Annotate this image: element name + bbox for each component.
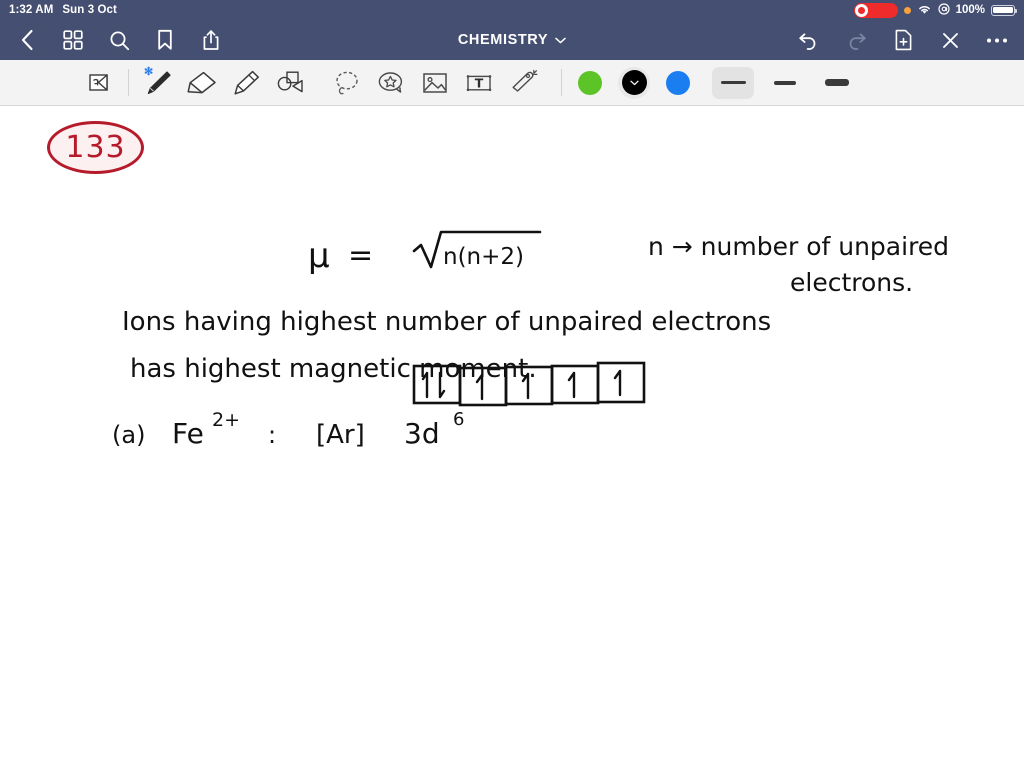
drawing-toolbar: ✻ T xyxy=(0,60,1024,106)
answer-config-exponent: 6 xyxy=(453,409,464,430)
radical-sign-icon xyxy=(412,230,542,269)
lasso-tool[interactable] xyxy=(325,63,369,103)
black-swatch-dot xyxy=(621,70,647,95)
nav-left-group xyxy=(14,27,224,53)
chevron-down-icon xyxy=(555,31,566,49)
more-options-button[interactable] xyxy=(984,27,1010,53)
pen-tool[interactable]: ✻ xyxy=(135,63,179,103)
orbital-box-1 xyxy=(412,364,462,405)
close-button[interactable] xyxy=(937,27,963,53)
body-line-1: Ions having highest number of unpaired e… xyxy=(122,307,771,337)
stroke-width-medium-line xyxy=(774,80,796,85)
share-button[interactable] xyxy=(198,27,224,53)
library-grid-button[interactable] xyxy=(60,27,86,53)
orbital-arrow-up-3 xyxy=(521,372,530,400)
app-screen: 1:32 AM Sun 3 Oct 100% CHEMISTRY ✻ T 133… xyxy=(0,0,1024,768)
status-bar-left: 1:32 AM Sun 3 Oct xyxy=(9,4,117,16)
stroke-width-medium[interactable] xyxy=(764,67,806,99)
problem-number: 133 xyxy=(65,129,126,165)
bookmark-button[interactable] xyxy=(152,27,178,53)
bluetooth-pencil-icon: ✻ xyxy=(144,65,154,78)
back-button[interactable] xyxy=(14,27,40,53)
orbital-box-2 xyxy=(458,366,508,407)
orbital-box-3 xyxy=(504,365,554,406)
color-swatch-black[interactable] xyxy=(612,63,656,103)
color-swatch-group xyxy=(568,63,700,103)
highlighter-tool[interactable] xyxy=(223,63,267,103)
note-canvas[interactable]: 133 μ = n(n+2) n → number of unpaired el… xyxy=(0,107,1024,768)
image-tool[interactable] xyxy=(413,63,457,103)
stroke-width-thin[interactable] xyxy=(712,66,754,99)
toolbar-divider-2 xyxy=(561,69,562,96)
eraser-tool[interactable] xyxy=(179,63,223,103)
answer-config-core: [Ar] xyxy=(316,420,365,450)
color-swatch-green[interactable] xyxy=(568,63,612,103)
orange-privacy-dot-icon xyxy=(903,6,911,14)
orbital-arrow-up-4 xyxy=(567,371,576,399)
answer-charge: 2+ xyxy=(212,409,240,431)
stroke-width-thick-line xyxy=(825,79,849,86)
formula-mu: μ xyxy=(308,236,330,276)
magic-wand-tool[interactable] xyxy=(501,63,545,103)
blue-swatch-dot xyxy=(666,70,690,95)
stroke-width-thick[interactable] xyxy=(816,67,858,99)
search-button[interactable] xyxy=(106,27,132,53)
color-swatch-blue[interactable] xyxy=(656,63,700,103)
legend-line-2: electrons. xyxy=(790,268,913,297)
orbital-arrow-down-1 xyxy=(438,371,446,399)
answer-species: Fe xyxy=(172,417,204,450)
orbital-box-4 xyxy=(550,364,600,405)
battery-fill xyxy=(993,6,1013,14)
orbital-arrow-up-5 xyxy=(613,369,622,397)
status-time: 1:32 AM xyxy=(9,4,54,16)
shapes-tool[interactable] xyxy=(267,63,311,103)
svg-text:T: T xyxy=(475,75,484,90)
problem-number-badge: 133 xyxy=(47,121,144,174)
answer-label: (a) xyxy=(112,421,145,449)
location-services-icon xyxy=(937,2,950,18)
answer-config-sub: 3d xyxy=(404,417,440,450)
stroke-width-group xyxy=(712,66,858,99)
nav-right-group xyxy=(796,27,1010,53)
record-dot-outer xyxy=(854,3,868,17)
record-dot-inner xyxy=(857,6,865,14)
toolbar-insert-group: T xyxy=(325,63,545,103)
battery-percent-label: 100% xyxy=(955,4,985,16)
note-title: CHEMISTRY xyxy=(457,32,549,48)
orbital-arrow-up-1 xyxy=(421,371,429,399)
formula-equals: = xyxy=(348,238,373,273)
sticker-tool[interactable] xyxy=(369,63,413,103)
navigation-bar: CHEMISTRY xyxy=(0,20,1024,60)
handwriting-ink-layer: μ = n(n+2) n → number of unpaired electr… xyxy=(112,230,949,450)
body-line-2: has highest magnetic moment. xyxy=(130,354,537,384)
toolbar-divider-1 xyxy=(128,69,129,96)
orbital-box-5 xyxy=(596,361,646,404)
note-title-button[interactable]: CHEMISTRY xyxy=(458,31,566,49)
battery-icon xyxy=(991,4,1018,16)
orbital-arrow-up-2 xyxy=(475,373,484,401)
legend-line-1: n → number of unpaired xyxy=(648,232,949,261)
orbital-diagram xyxy=(412,361,646,407)
status-bar-right: 100% xyxy=(853,2,1018,18)
status-bar: 1:32 AM Sun 3 Oct 100% xyxy=(0,0,1024,20)
formula-radicand: n(n+2) xyxy=(443,244,524,270)
wifi-icon xyxy=(917,3,932,18)
record-indicator-icon[interactable] xyxy=(853,2,898,18)
undo-button[interactable] xyxy=(796,27,822,53)
text-tool[interactable]: T xyxy=(457,63,501,103)
page-flip-tool[interactable] xyxy=(78,63,122,103)
green-swatch-dot xyxy=(578,70,602,95)
status-date: Sun 3 Oct xyxy=(62,4,117,16)
toolbar-page-group xyxy=(78,63,122,103)
answer-colon: : xyxy=(268,421,276,449)
new-page-button[interactable] xyxy=(890,27,916,53)
toolbar-pen-group: ✻ xyxy=(135,63,311,103)
redo-button[interactable] xyxy=(843,27,869,53)
black-swatch-selected-ring xyxy=(618,66,650,99)
stroke-width-thin-line xyxy=(720,81,746,84)
